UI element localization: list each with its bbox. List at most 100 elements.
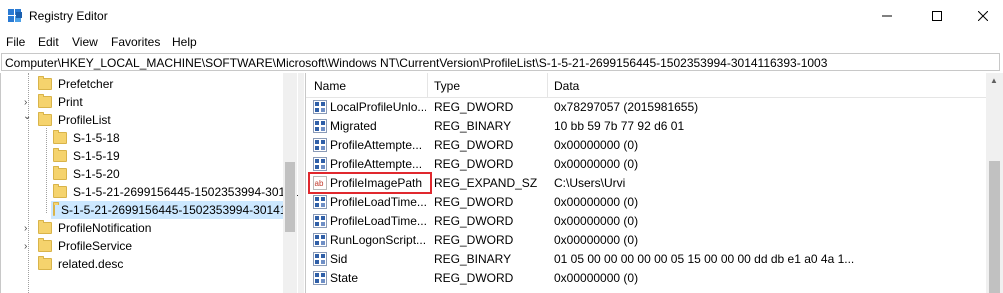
column-data-header[interactable]: Data	[554, 79, 579, 93]
maximize-icon	[932, 11, 942, 21]
scroll-up-icon[interactable]: ▲	[990, 76, 998, 85]
tree-item[interactable]: › ProfileNotification	[24, 219, 152, 237]
values-scrollbar-thumb[interactable]	[989, 161, 1000, 293]
tree-item[interactable]: S-1-5-20	[53, 165, 120, 183]
tree-item[interactable]: S-1-5-18	[53, 129, 120, 147]
value-name: Sid	[330, 252, 348, 266]
values-scrollbar[interactable]: ▲	[986, 73, 1003, 293]
address-path: Computer\HKEY_LOCAL_MACHINE\SOFTWARE\Mic…	[5, 56, 828, 70]
folder-icon	[53, 166, 67, 180]
value-row[interactable]: State REG_DWORD 0x00000000 (0)	[306, 269, 986, 288]
folder-icon	[38, 112, 52, 126]
tree-item-label: S-1-5-21-2699156445-1502353994-30141	[61, 203, 287, 217]
expand-icon[interactable]: ›	[24, 241, 27, 252]
pane-splitter[interactable]	[298, 73, 304, 293]
folder-icon	[53, 202, 59, 216]
tree-item-label: ProfileNotification	[58, 221, 152, 235]
menu-file[interactable]: File	[6, 35, 25, 49]
value-data: 0x00000000 (0)	[554, 138, 639, 152]
value-name: State	[330, 271, 359, 285]
value-type: REG_DWORD	[434, 157, 514, 171]
value-row[interactable]: RunLogonScript... REG_DWORD 0x00000000 (0)	[306, 231, 986, 250]
binary-value-icon	[313, 271, 327, 285]
value-name: Migrated	[330, 119, 377, 133]
tree-item-label: S-1-5-21-2699156445-1502353994-30141	[73, 185, 299, 199]
tree-item[interactable]: S-1-5-21-2699156445-1502353994-30141	[53, 183, 299, 201]
close-button[interactable]	[960, 0, 1003, 32]
folder-icon	[53, 184, 67, 198]
value-type: REG_BINARY	[434, 252, 512, 266]
tree-scrollbar[interactable]	[283, 73, 297, 293]
value-type: REG_DWORD	[434, 100, 514, 114]
folder-icon	[38, 220, 52, 234]
value-name: ProfileAttempte...	[330, 157, 423, 171]
tree-item[interactable]: › ProfileService	[24, 237, 133, 255]
value-data: 01 05 00 00 00 00 00 05 15 00 00 00 dd d…	[554, 252, 855, 266]
tree-item-label: S-1-5-19	[73, 149, 120, 163]
maximize-button[interactable]	[914, 0, 960, 32]
title-bar: Registry Editor	[0, 0, 1003, 32]
tree-item-label: related.desc	[58, 257, 124, 271]
folder-icon	[53, 130, 67, 144]
value-row[interactable]: ProfileAttempte... REG_DWORD 0x00000000 (0…	[306, 136, 986, 155]
value-name: LocalProfileUnlo...	[330, 100, 426, 114]
menu-edit[interactable]: Edit	[38, 35, 59, 49]
value-row[interactable]: Sid REG_BINARY 01 05 00 00 00 00 00 05 15 …	[306, 250, 986, 269]
tree-item-label: ProfileService	[58, 239, 133, 253]
tree-item[interactable]: S-1-5-19	[53, 147, 120, 165]
menu-favorites[interactable]: Favorites	[111, 35, 160, 49]
column-name-header[interactable]: Name	[314, 79, 346, 93]
minimize-button[interactable]	[864, 0, 910, 32]
value-name: RunLogonScript...	[330, 233, 426, 247]
tree-item[interactable]: Prefetcher	[38, 75, 113, 93]
menu-help[interactable]: Help	[172, 35, 197, 49]
value-type: REG_DWORD	[434, 271, 514, 285]
values-pane[interactable]: Name Type Data LocalProfileUnlo... REG_DW…	[305, 73, 986, 293]
value-data: 0x00000000 (0)	[554, 157, 639, 171]
value-type: REG_DWORD	[434, 138, 514, 152]
collapse-icon[interactable]: ⌄	[23, 111, 31, 122]
binary-value-icon	[313, 214, 327, 228]
folder-icon	[38, 256, 52, 270]
tree-line	[46, 128, 47, 213]
tree-item-label: Prefetcher	[58, 77, 114, 91]
expand-icon[interactable]: ›	[24, 97, 27, 108]
value-data: 0x00000000 (0)	[554, 195, 639, 209]
value-row[interactable]: Migrated REG_BINARY 10 bb 59 7b 77 92 d6 0…	[306, 117, 986, 136]
value-data: 0x00000000 (0)	[554, 233, 639, 247]
value-type: REG_DWORD	[434, 195, 514, 209]
tree-scrollbar-thumb[interactable]	[285, 162, 295, 232]
column-divider[interactable]	[547, 73, 548, 97]
value-data: C:\Users\Urvi	[554, 176, 626, 190]
column-type-header[interactable]: Type	[434, 79, 460, 93]
value-name: ProfileAttempte...	[330, 138, 423, 152]
highlight-box	[308, 172, 432, 194]
value-type: REG_BINARY	[434, 119, 512, 133]
expand-icon[interactable]: ›	[24, 223, 27, 234]
menu-view[interactable]: View	[72, 35, 98, 49]
tree-item-selected[interactable]: S-1-5-21-2699156445-1502353994-30141	[51, 201, 287, 219]
folder-icon	[38, 76, 52, 90]
binary-value-icon	[313, 138, 327, 152]
value-row[interactable]: ProfileLoadTime... REG_DWORD 0x00000000 (0…	[306, 193, 986, 212]
tree-item[interactable]: › Print	[24, 93, 83, 111]
value-data: 10 bb 59 7b 77 92 d6 01	[554, 119, 685, 133]
tree-item-label: S-1-5-18	[73, 131, 120, 145]
value-row[interactable]: ab ProfileImagePath REG_EXPAND_SZ C:\Users\…	[306, 172, 986, 194]
value-row[interactable]: ProfileLoadTime... REG_DWORD 0x00000000 (0…	[306, 212, 986, 231]
column-header: Name Type Data	[306, 73, 986, 98]
folder-icon	[53, 148, 67, 162]
binary-value-icon	[313, 119, 327, 133]
tree-item-label: Print	[58, 95, 83, 109]
address-bar[interactable]: Computer\HKEY_LOCAL_MACHINE\SOFTWARE\Mic…	[1, 53, 1000, 71]
value-row[interactable]: LocalProfileUnlo... REG_DWORD 0x78297057 (…	[306, 98, 986, 117]
value-type: REG_DWORD	[434, 214, 514, 228]
column-divider[interactable]	[427, 73, 428, 97]
tree-item-label: S-1-5-20	[73, 167, 120, 181]
tree-item[interactable]: ⌄ ProfileList	[23, 111, 111, 129]
close-icon	[978, 11, 988, 21]
tree-item[interactable]: related.desc	[38, 255, 123, 273]
binary-value-icon	[313, 252, 327, 266]
value-type: REG_DWORD	[434, 233, 514, 247]
tree-pane[interactable]: Prefetcher › Print ⌄ ProfileList S-1-5-1…	[0, 73, 299, 293]
